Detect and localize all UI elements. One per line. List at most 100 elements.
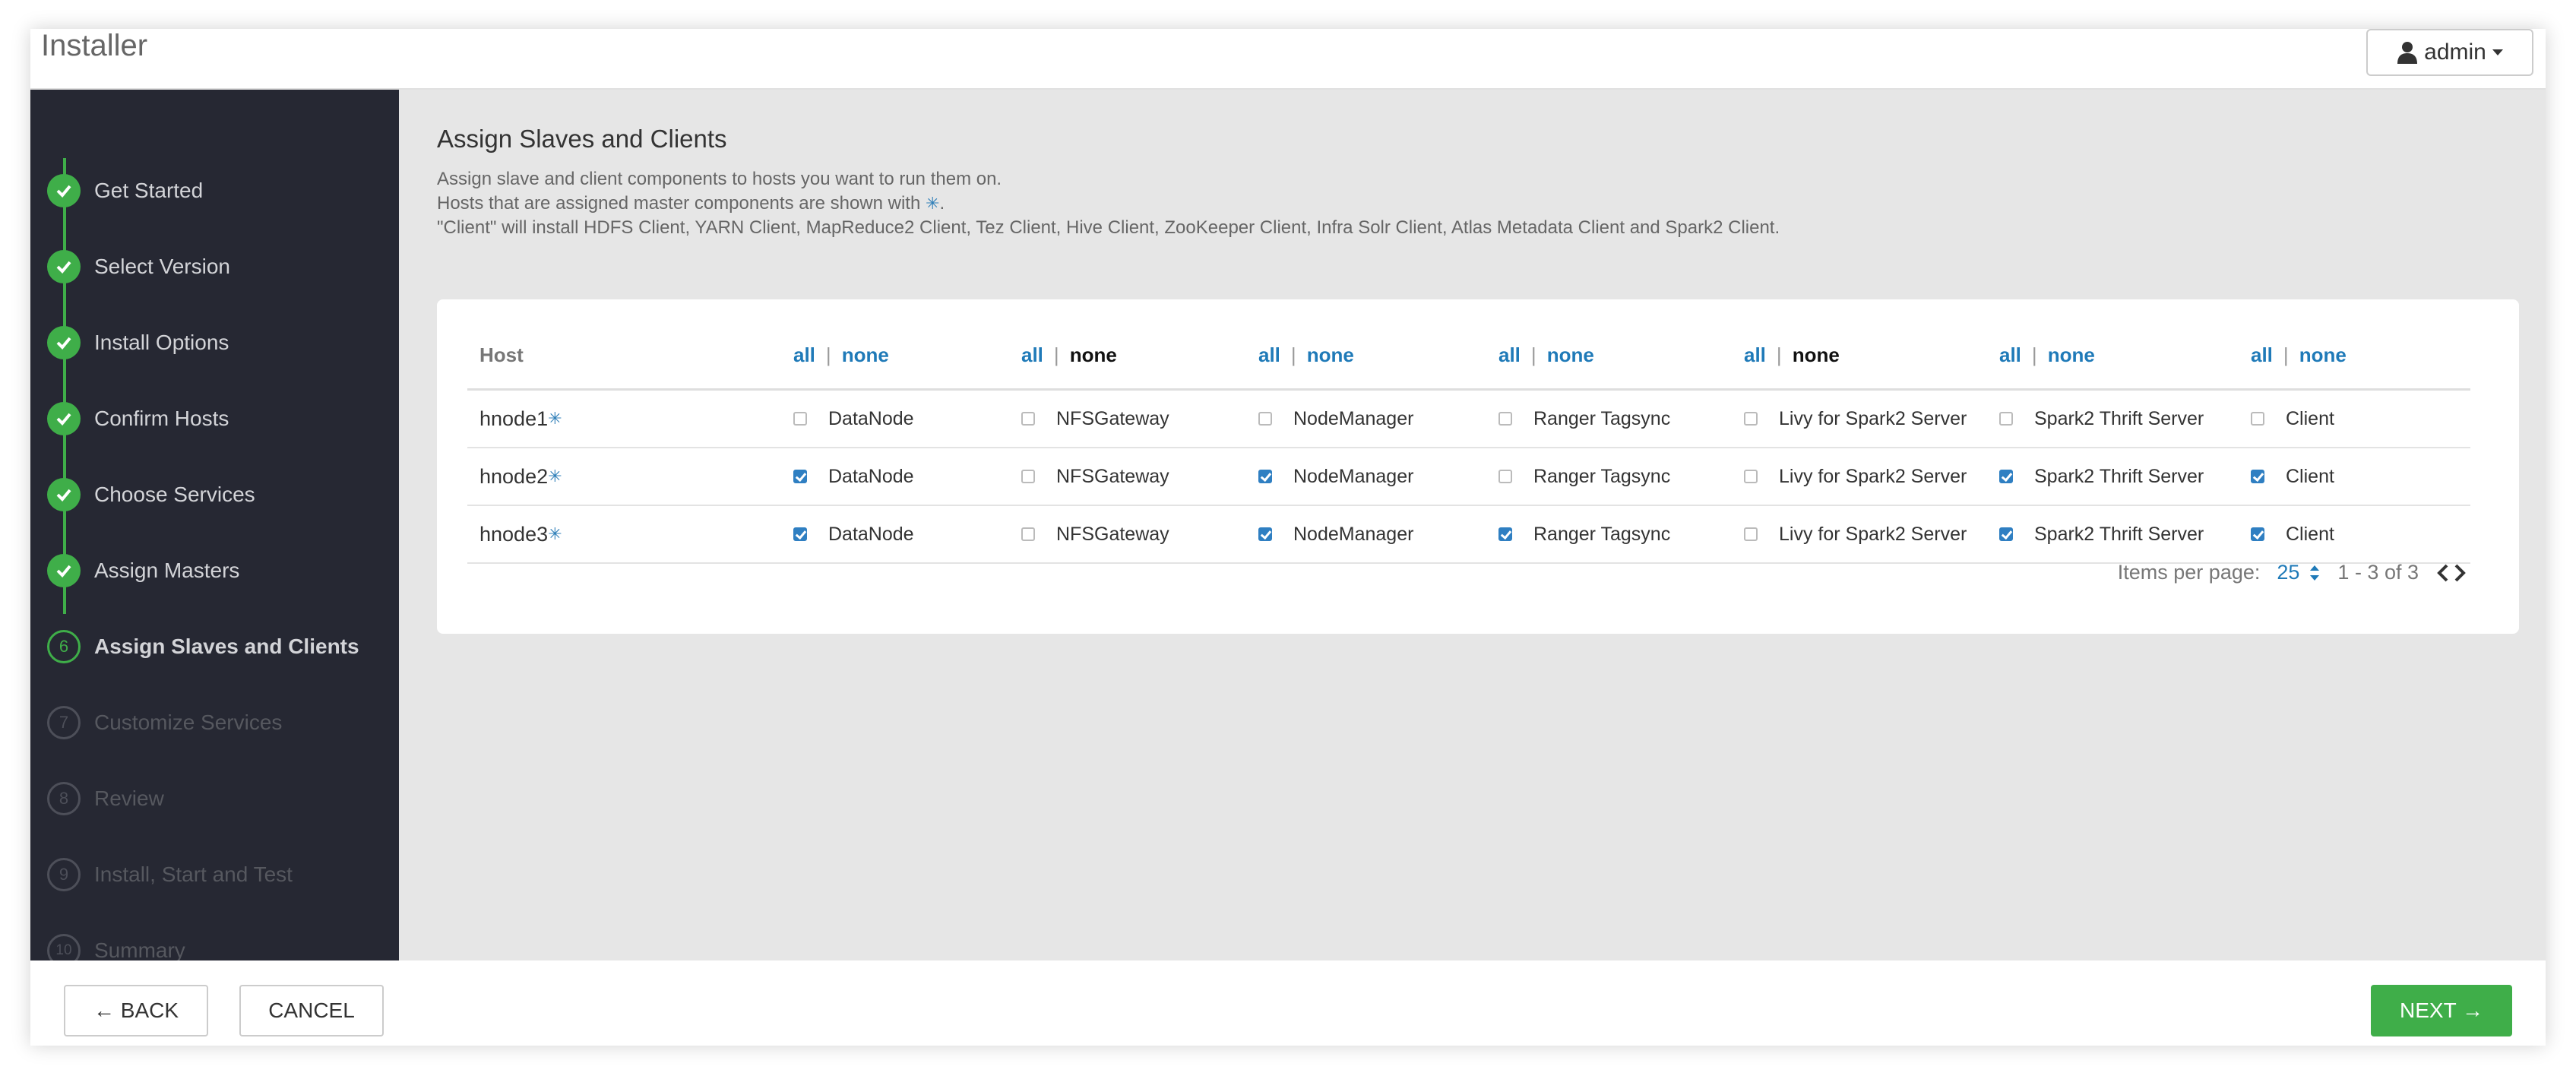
component-label: NodeManager: [1293, 523, 1414, 545]
items-per-page-select[interactable]: 25: [2277, 561, 2299, 584]
component-cell-livy: Livy for Spark2 Server: [1744, 506, 1967, 562]
component-checkbox[interactable]: [1258, 527, 1272, 541]
component-checkbox[interactable]: [1258, 470, 1272, 483]
assignment-table: Host all | none all | none all | none all | none: [467, 322, 2470, 564]
check-icon: [47, 478, 81, 511]
app-title: Installer: [41, 29, 148, 62]
select-all-link[interactable]: all: [1744, 343, 1766, 367]
select-all-link[interactable]: all: [1999, 343, 2021, 367]
component-checkbox[interactable]: [1744, 527, 1758, 541]
chevron-left-icon[interactable]: [2435, 563, 2451, 583]
description-period: .: [939, 193, 945, 214]
separator: |: [825, 343, 831, 366]
step-label: Install Options: [94, 331, 229, 354]
back-button[interactable]: ← BACK: [64, 985, 208, 1036]
select-none-link[interactable]: none: [1793, 343, 1840, 367]
component-checkbox[interactable]: [1258, 412, 1272, 426]
check-icon: [47, 402, 81, 435]
component-label: Livy for Spark2 Server: [1779, 523, 1967, 545]
column-nfsgateway-header: all | none: [1021, 322, 1117, 388]
host-column-header: Host: [479, 343, 524, 366]
select-all-link[interactable]: all: [1498, 343, 1521, 367]
master-asterisk-icon: ✳: [548, 524, 562, 543]
next-button[interactable]: NEXT →: [2371, 985, 2512, 1036]
component-label: Ranger Tagsync: [1533, 465, 1671, 487]
component-checkbox[interactable]: [1744, 412, 1758, 426]
cancel-button[interactable]: CANCEL: [239, 985, 384, 1036]
select-all-link[interactable]: all: [2251, 343, 2273, 367]
component-label: NodeManager: [1293, 465, 1414, 487]
component-cell-nfsgateway: NFSGateway: [1021, 448, 1169, 505]
host-name-cell: hnode1 ✳: [479, 391, 562, 447]
description-line-1: Assign slave and client components to ho…: [437, 169, 1002, 189]
component-checkbox[interactable]: [1498, 412, 1512, 426]
step-label: Get Started: [94, 179, 204, 202]
step-select-version[interactable]: Select Version: [47, 248, 230, 286]
select-none-link[interactable]: none: [1547, 343, 1594, 367]
component-checkbox[interactable]: [1498, 527, 1512, 541]
description-text: Hosts that are assigned master component…: [437, 193, 921, 214]
component-cell-spark2-thrift: Spark2 Thrift Server: [1999, 391, 2204, 447]
component-checkbox[interactable]: [1744, 470, 1758, 483]
component-cell-spark2-thrift: Spark2 Thrift Server: [1999, 448, 2204, 505]
step-number: 7: [47, 706, 81, 739]
check-icon: [47, 174, 81, 207]
component-label: NFSGateway: [1056, 523, 1169, 545]
component-checkbox[interactable]: [1021, 470, 1035, 483]
main-content: Assign Slaves and Clients Assign slave a…: [399, 90, 2546, 960]
description-line-3: "Client" will install HDFS Client, YARN …: [437, 217, 1780, 238]
component-checkbox[interactable]: [1999, 412, 2013, 426]
chevron-right-icon[interactable]: [2452, 563, 2467, 583]
step-install-start-and-test: 9 Install, Start and Test: [47, 856, 293, 894]
page-title: Assign Slaves and Clients: [437, 125, 727, 153]
select-none-link[interactable]: none: [2299, 343, 2347, 367]
component-checkbox[interactable]: [793, 470, 807, 483]
component-cell-livy: Livy for Spark2 Server: [1744, 391, 1967, 447]
component-checkbox[interactable]: [793, 527, 807, 541]
component-label: Client: [2286, 465, 2334, 487]
component-checkbox[interactable]: [793, 412, 807, 426]
step-install-options[interactable]: Install Options: [47, 324, 229, 362]
component-checkbox[interactable]: [2251, 527, 2264, 541]
component-cell-nodemanager: NodeManager: [1258, 506, 1413, 562]
component-cell-datanode: DataNode: [793, 448, 914, 505]
user-menu-button[interactable]: admin: [2366, 29, 2533, 76]
component-checkbox[interactable]: [2251, 470, 2264, 483]
component-cell-ranger-tagsync: Ranger Tagsync: [1498, 448, 1670, 505]
table-row: hnode1 ✳ DataNode NFSGateway NodeManager Ran…: [467, 391, 2470, 448]
assignment-panel: Host all | none all | none all | none all | none: [437, 299, 2519, 634]
select-none-link[interactable]: none: [1307, 343, 1354, 367]
step-confirm-hosts[interactable]: Confirm Hosts: [47, 400, 229, 438]
select-all-link[interactable]: all: [1258, 343, 1280, 367]
step-label: Choose Services: [94, 483, 255, 506]
step-label: Review: [94, 786, 164, 810]
component-cell-ranger-tagsync: Ranger Tagsync: [1498, 391, 1670, 447]
component-checkbox[interactable]: [1999, 527, 2013, 541]
separator: |: [2283, 343, 2289, 366]
step-get-started[interactable]: Get Started: [47, 172, 203, 210]
component-checkbox[interactable]: [2251, 412, 2264, 426]
step-assign-slaves-and-clients[interactable]: 6 Assign Slaves and Clients: [47, 628, 359, 666]
installer-window: Installer admin Get Started Select Versi…: [30, 29, 2546, 1046]
select-none-link[interactable]: none: [842, 343, 889, 367]
component-checkbox[interactable]: [1021, 412, 1035, 426]
step-choose-services[interactable]: Choose Services: [47, 476, 255, 514]
step-assign-masters[interactable]: Assign Masters: [47, 552, 239, 590]
host-name: hnode3: [479, 522, 549, 546]
sort-updown-icon[interactable]: [2309, 562, 2321, 584]
step-customize-services: 7 Customize Services: [47, 704, 282, 742]
step-label: Assign Slaves and Clients: [94, 635, 359, 658]
select-none-link[interactable]: none: [2048, 343, 2095, 367]
host-name: hnode2: [479, 464, 549, 488]
step-review: 8 Review: [47, 780, 164, 818]
component-checkbox[interactable]: [1021, 527, 1035, 541]
select-none-link[interactable]: none: [1070, 343, 1117, 367]
column-ranger-tagsync-header: all | none: [1498, 322, 1594, 388]
component-checkbox[interactable]: [1999, 470, 2013, 483]
column-client-header: all | none: [2251, 322, 2347, 388]
select-all-link[interactable]: all: [793, 343, 815, 367]
select-all-link[interactable]: all: [1021, 343, 1043, 367]
component-checkbox[interactable]: [1498, 470, 1512, 483]
component-label: Ranger Tagsync: [1533, 407, 1671, 429]
page-range: 1 - 3 of 3: [2337, 561, 2419, 584]
